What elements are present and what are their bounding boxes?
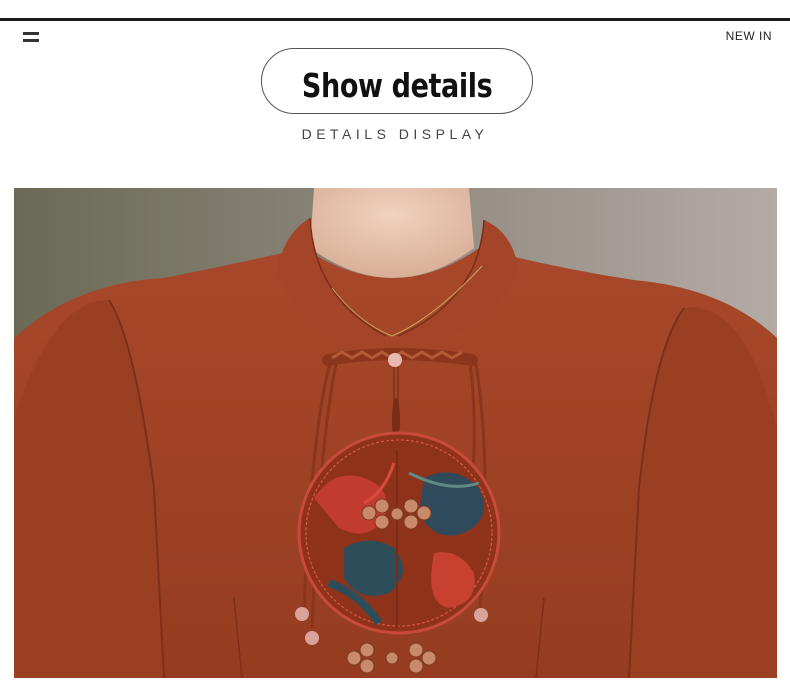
new-in-link[interactable]: NEW IN [726, 29, 772, 43]
section-title-pill: Show details [261, 48, 533, 114]
top-divider [0, 18, 790, 21]
hamburger-menu-icon[interactable] [23, 32, 39, 43]
menu-bar [23, 32, 39, 35]
menu-bar [23, 39, 39, 42]
section-title: Show details [301, 65, 493, 105]
section-subtitle: DETAILS DISPLAY [301, 126, 489, 142]
product-detail-image [14, 188, 777, 678]
